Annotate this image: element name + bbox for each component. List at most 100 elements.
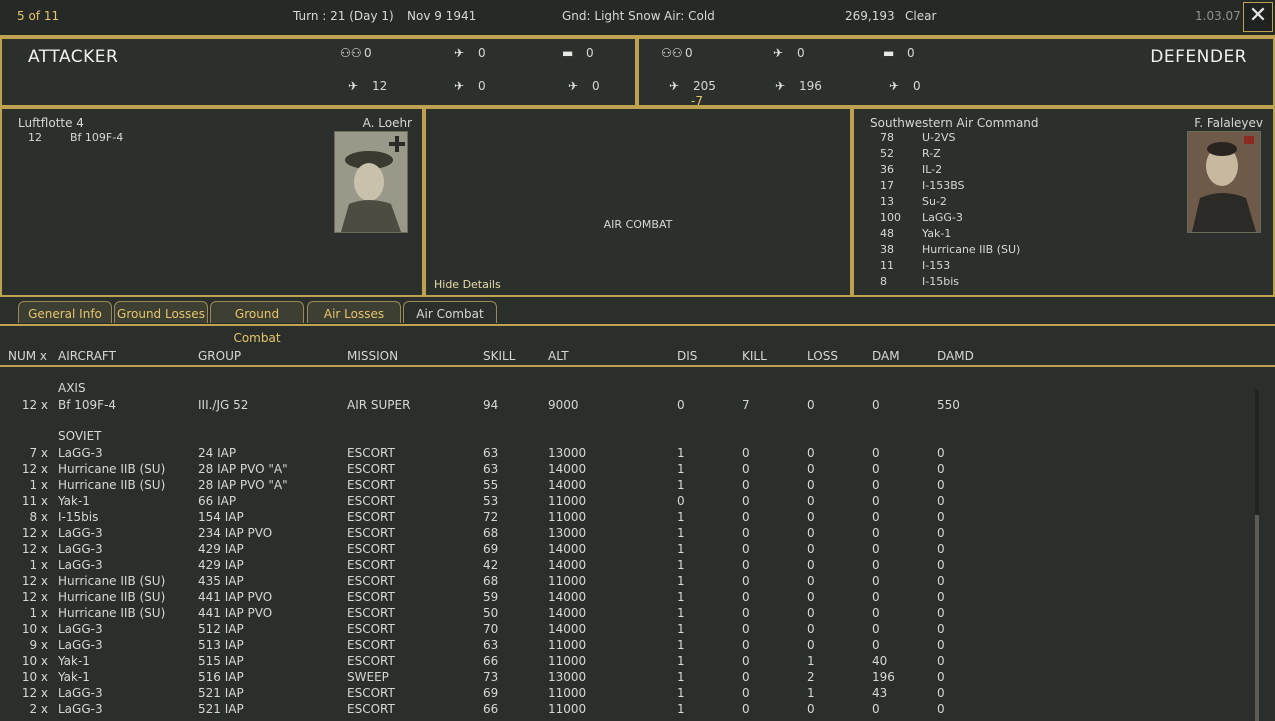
cell-damd: 0 [937, 702, 945, 716]
cell-group: 429 IAP [198, 542, 244, 556]
table-row[interactable]: 9 x LaGG-3 513 IAP ESCORT 63 11000 1 0 0 0 0 [0, 638, 1255, 654]
cell-dam: 40 [872, 654, 888, 668]
table-row[interactable]: 10 x Yak-1 515 IAP ESCORT 66 11000 1 0 1 40 0 [0, 654, 1255, 670]
unit-count: 12 [28, 131, 42, 144]
cell-dam: 0 [872, 590, 880, 604]
unit-name: Bf 109F-4 [70, 131, 124, 144]
unit-count: 36 [880, 163, 894, 176]
tab-ground-losses[interactable]: Ground Losses [114, 301, 208, 323]
defender-detail-panel: Southwestern Air Command F. Falaleyev 78… [852, 107, 1275, 297]
table-row[interactable]: 10 x Yak-1 516 IAP SWEEP 73 13000 1 0 2 196 0 [0, 670, 1255, 686]
tab-air-combat[interactable]: Air Combat [403, 301, 497, 323]
cell-loss: 0 [807, 510, 815, 524]
cell-damd: 0 [937, 510, 945, 524]
fighter-icon: ✈ [669, 79, 680, 93]
table-row[interactable]: 7 x LaGG-3 24 IAP ESCORT 63 13000 1 0 0 0 0 [0, 446, 1255, 462]
unit-name: I-153BS [922, 179, 965, 192]
unit-name: Su-2 [922, 195, 947, 208]
cell-loss: 0 [807, 526, 815, 540]
table-row[interactable]: 12 x Hurricane IIB (SU) 28 IAP PVO "A" ESCO… [0, 462, 1255, 478]
unit-name: I-153 [922, 259, 951, 272]
defender-bombers-stat: ✈ 196 [775, 79, 822, 93]
defender-leader: F. Falaleyev [1194, 116, 1263, 130]
table-row[interactable]: 1 x Hurricane IIB (SU) 441 IAP PVO ESCORT 50… [0, 606, 1255, 622]
table-row[interactable]: 12 x LaGG-3 234 IAP PVO ESCORT 68 13000 1 0 0 0 0 [0, 526, 1255, 542]
cell-alt: 11000 [548, 510, 587, 524]
cell-aircraft: Yak-1 [58, 494, 90, 508]
table-row[interactable]: 1 x Hurricane IIB (SU) 28 IAP PVO "A" ESCOR… [0, 478, 1255, 494]
cell-aircraft: Bf 109F-4 [58, 398, 117, 412]
attacker-unit-list: 12 Bf 109F-4 [28, 130, 228, 146]
table-row[interactable]: 10 x LaGG-3 512 IAP ESCORT 70 14000 1 0 0 0 0 [0, 622, 1255, 638]
table-row[interactable]: 1 x LaGG-3 429 IAP ESCORT 42 14000 1 0 0 0 0 [0, 558, 1255, 574]
cell-num: 1 x [29, 478, 48, 492]
cell-dam: 0 [872, 558, 880, 572]
cell-num: 1 x [29, 558, 48, 572]
cell-num: 11 x [21, 494, 48, 508]
cell-dis: 1 [677, 446, 685, 460]
table-scrollbar[interactable] [1255, 390, 1259, 721]
unit-count: 8 [880, 275, 887, 288]
cell-damd: 0 [937, 686, 945, 700]
cell-group: 441 IAP PVO [198, 606, 273, 620]
cell-skill: 63 [483, 638, 499, 652]
cell-alt: 14000 [548, 590, 587, 604]
cell-skill: 69 [483, 686, 499, 700]
cell-mission: SWEEP [347, 670, 389, 684]
tab-general-info[interactable]: General Info [18, 301, 112, 323]
cell-group: 24 IAP [198, 446, 237, 460]
cell-group: 521 IAP [198, 702, 244, 716]
cell-dis: 1 [677, 478, 685, 492]
cell-dis: 1 [677, 622, 685, 636]
cell-aircraft: LaGG-3 [58, 446, 103, 460]
cell-damd: 0 [937, 574, 945, 588]
table-row[interactable]: 11 x Yak-1 66 IAP ESCORT 53 11000 0 0 0 0 0 [0, 494, 1255, 510]
unit-name: U-2VS [922, 131, 956, 144]
table-row[interactable]: 12 x LaGG-3 521 IAP ESCORT 69 11000 1 0 1 43 0 [0, 686, 1255, 702]
cell-num: 2 x [29, 702, 48, 716]
cell-dis: 1 [677, 526, 685, 540]
table-row[interactable]: 12 x Bf 109F-4 III./JG 52 AIR SUPER 94 9000 0 7… [0, 398, 1255, 414]
cell-dis: 1 [677, 670, 685, 684]
cell-loss: 0 [807, 398, 815, 412]
cell-kill: 0 [742, 558, 750, 572]
attacker-tac-stat: ✈ 0 [454, 46, 486, 60]
table-row[interactable]: 12 x Hurricane IIB (SU) 441 IAP PVO ESCORT 5… [0, 590, 1255, 606]
cell-alt: 11000 [548, 638, 587, 652]
cell-aircraft: LaGG-3 [58, 638, 103, 652]
unit-row: 36 IL-2 [880, 162, 1100, 178]
col-dis: DIS [677, 349, 698, 363]
hide-details-link[interactable]: Hide Details [434, 278, 501, 291]
table-row[interactable]: 8 x I-15bis 154 IAP ESCORT 72 11000 1 0 0 0 0 [0, 510, 1255, 526]
scrollbar-thumb[interactable] [1255, 515, 1259, 721]
close-button[interactable]: ✕ [1243, 2, 1273, 32]
cell-dam: 0 [872, 638, 880, 652]
tab-air-losses[interactable]: Air Losses [307, 301, 401, 323]
cell-loss: 0 [807, 606, 815, 620]
attacker-command: Luftflotte 4 [18, 116, 84, 130]
cell-loss: 0 [807, 446, 815, 460]
cell-num: 12 x [21, 590, 48, 604]
cell-dam: 0 [872, 478, 880, 492]
cell-group: 435 IAP [198, 574, 244, 588]
cell-mission: ESCORT [347, 590, 395, 604]
unit-row: 100 LaGG-3 [880, 210, 1100, 226]
tab-ground-combat[interactable]: Ground Combat [210, 301, 304, 345]
table-row[interactable]: 12 x LaGG-3 429 IAP ESCORT 69 14000 1 0 0 0 0 [0, 542, 1255, 558]
attacker-leader-portrait [334, 131, 408, 233]
unit-row: 78 U-2VS [880, 130, 1100, 146]
attacker-other-stat: ✈ 0 [568, 79, 600, 93]
table-row[interactable]: 2 x LaGG-3 521 IAP ESCORT 66 11000 1 0 0 0 0 [0, 702, 1255, 718]
tab-underline [0, 324, 1275, 326]
cell-dis: 1 [677, 574, 685, 588]
cell-kill: 0 [742, 606, 750, 620]
defender-command: Southwestern Air Command [870, 116, 1039, 130]
cell-dam: 196 [872, 670, 895, 684]
table-row[interactable]: 12 x Hurricane IIB (SU) 435 IAP ESCORT 68 110… [0, 574, 1255, 590]
unit-row: 48 Yak-1 [880, 226, 1100, 242]
cell-mission: ESCORT [347, 446, 395, 460]
cell-damd: 0 [937, 462, 945, 476]
cell-aircraft: Hurricane IIB (SU) [58, 462, 166, 476]
axis-group-label: AXIS [58, 381, 86, 395]
cell-group: 512 IAP [198, 622, 244, 636]
